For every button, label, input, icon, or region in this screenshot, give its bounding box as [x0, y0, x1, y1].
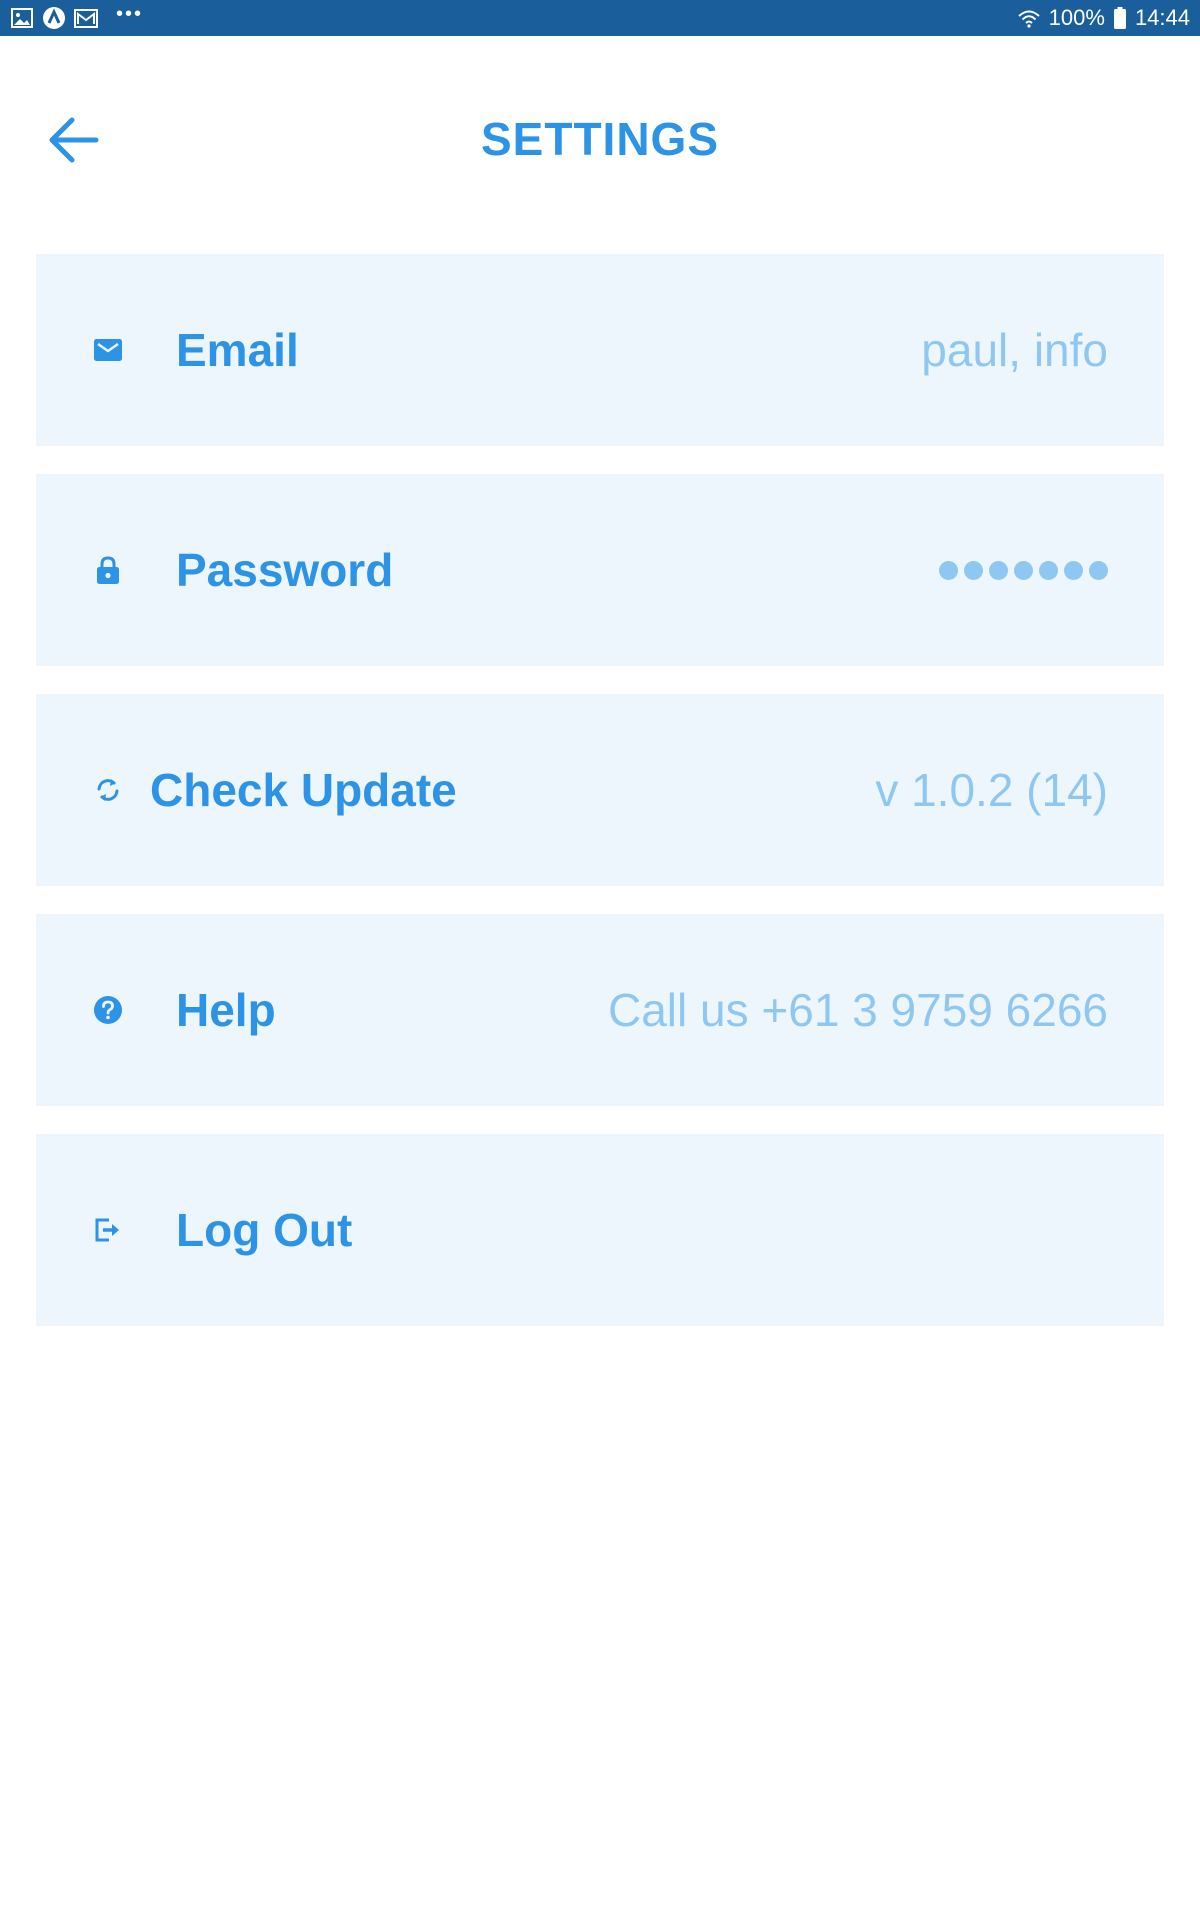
help-phone-value[interactable]: Call us +61 3 9759 6266 — [608, 914, 1108, 1106]
version-value: v 1.0.2 (14) — [875, 764, 1108, 816]
settings-row-email[interactable]: Email paul, info — [36, 254, 1164, 446]
password-value-masked — [939, 474, 1108, 666]
password-mask-dot — [964, 560, 983, 580]
settings-row-label: Check Update — [150, 764, 457, 816]
password-mask-dot — [1039, 560, 1058, 580]
settings-row-label: Email — [176, 324, 299, 376]
password-mask-dots — [939, 560, 1108, 580]
lock-icon — [92, 554, 124, 586]
page-title: SETTINGS — [480, 113, 720, 165]
battery-percent: 100% — [1048, 5, 1105, 30]
settings-row-help[interactable]: Help Call us +61 3 9759 6266 — [36, 914, 1164, 1106]
header: SETTINGS — [0, 36, 1200, 212]
overflow-notifications: ••• — [116, 3, 144, 25]
password-mask-dot — [1014, 560, 1033, 580]
password-mask-dot — [1064, 560, 1083, 580]
settings-row-label: Password — [176, 544, 394, 596]
app-logo-icon — [42, 6, 66, 30]
mail-icon — [74, 6, 98, 30]
settings-row-check-update[interactable]: Check Update v 1.0.2 (14) — [36, 694, 1164, 886]
settings-list: Email paul, info Password Check Update v… — [36, 254, 1164, 1354]
password-mask-dot — [939, 560, 958, 580]
settings-row-password[interactable]: Password — [36, 474, 1164, 666]
password-mask-dot — [989, 560, 1008, 580]
settings-row-label: Help — [176, 984, 276, 1036]
mail-icon — [92, 334, 124, 366]
logout-icon — [92, 1214, 124, 1246]
wifi-icon — [1017, 6, 1041, 30]
status-time: 14:44 — [1134, 5, 1190, 30]
status-bar-right: 100% 14:44 — [1017, 5, 1190, 31]
refresh-icon — [92, 774, 124, 806]
image-icon — [10, 6, 34, 30]
battery-icon — [1113, 6, 1127, 30]
settings-row-log-out[interactable]: Log Out — [36, 1134, 1164, 1326]
help-circle-icon — [92, 994, 124, 1026]
password-mask-dot — [1089, 560, 1108, 580]
status-bar: ••• 100% 14:44 — [0, 0, 1200, 36]
email-value: paul, info — [921, 324, 1108, 376]
settings-row-label: Log Out — [176, 1204, 353, 1256]
status-bar-left: ••• — [10, 3, 144, 30]
